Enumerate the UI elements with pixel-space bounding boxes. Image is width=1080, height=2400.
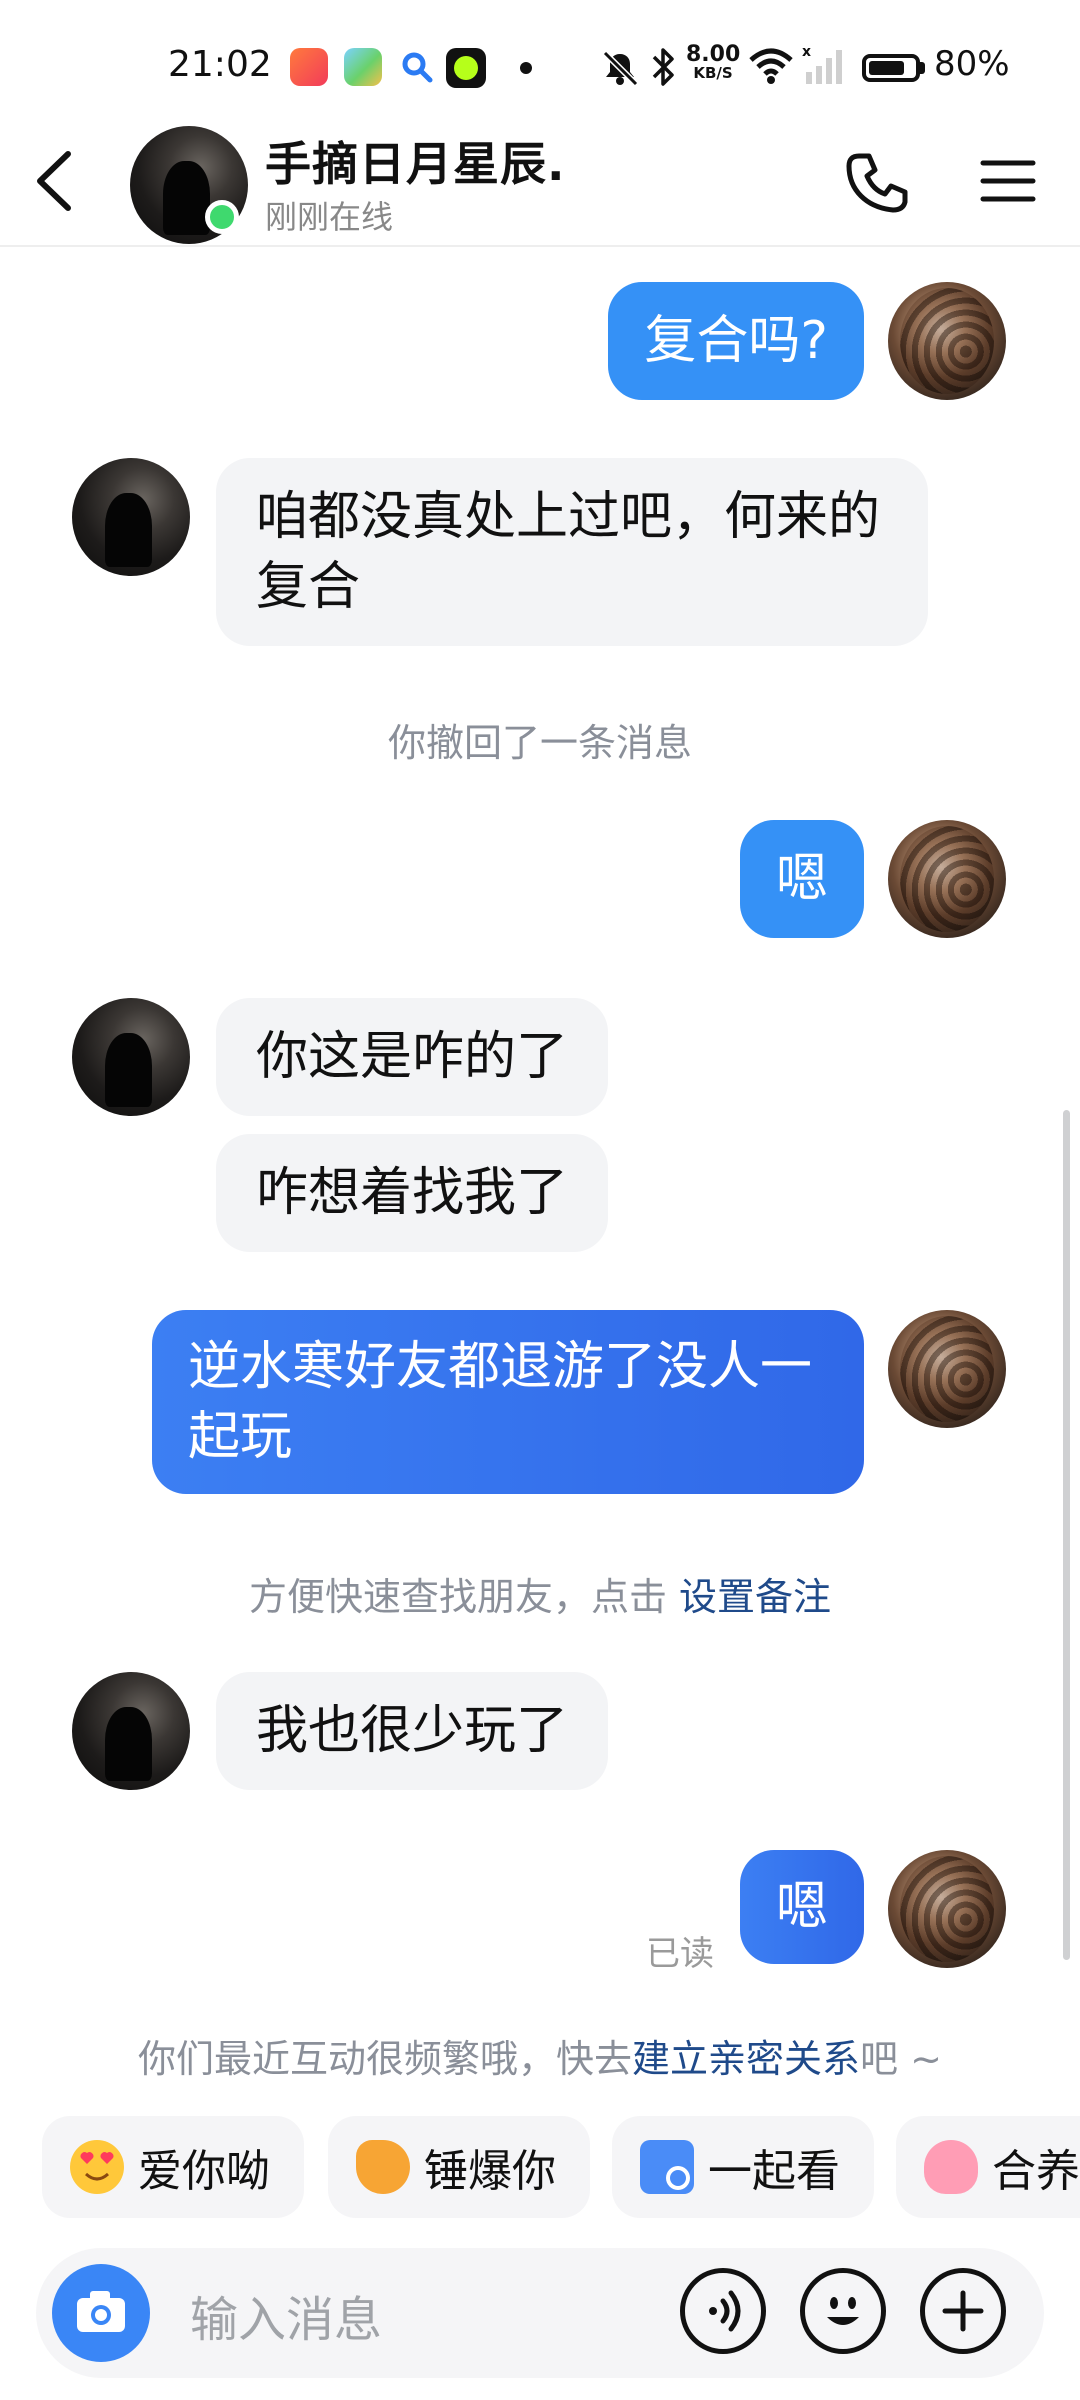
wifi-icon xyxy=(748,46,794,86)
chip-label: 一起看 xyxy=(708,2146,840,2197)
game-app-icon xyxy=(344,48,382,86)
heart-eyes-emoji-icon xyxy=(70,2140,124,2194)
my-avatar[interactable] xyxy=(888,282,1006,400)
camera-icon xyxy=(77,2291,125,2332)
hammer-emoji-icon xyxy=(356,2140,410,2194)
camera-app-icon xyxy=(446,48,486,88)
message-bubble[interactable]: 我也很少玩了 xyxy=(216,1672,609,1790)
smiley-icon xyxy=(827,2297,859,2325)
chip-hammer[interactable]: 锤爆你 xyxy=(328,2116,590,2218)
plus-icon xyxy=(942,2290,984,2332)
battery-level xyxy=(869,61,905,75)
read-receipt: 已读 xyxy=(646,1934,714,1974)
watch-together-icon xyxy=(640,2140,694,2194)
message-input[interactable]: 输入消息 xyxy=(190,2280,382,2350)
emoji-button[interactable] xyxy=(800,2268,886,2354)
voice-button[interactable] xyxy=(680,2268,766,2354)
chip-love-you[interactable]: 爱你呦 xyxy=(42,2116,304,2218)
back-icon[interactable] xyxy=(30,150,80,212)
contact-status: 刚刚在线 xyxy=(265,198,394,236)
more-button[interactable] xyxy=(920,2268,1006,2354)
chip-pet[interactable]: 合养 xyxy=(896,2116,1080,2218)
message-bubble[interactable]: 你这是咋的了 xyxy=(216,998,609,1116)
menu-icon[interactable] xyxy=(980,158,1036,204)
system-message: 方便快速查找朋友，点击 设置备注 xyxy=(0,1566,1080,1621)
message-bubble[interactable]: 逆水寒好友都退游了没人一起玩 xyxy=(152,1310,864,1494)
message-bubble[interactable]: 咱都没真处上过吧，何来的复合 xyxy=(216,458,928,646)
voice-icon xyxy=(709,2290,741,2332)
net-speed: 8.00 KB/S xyxy=(686,42,741,82)
video-app-icon xyxy=(290,48,328,86)
phone-icon[interactable] xyxy=(845,150,909,214)
message-bubble[interactable]: 嗯 xyxy=(739,1850,864,1964)
suggestion-suffix: 吧 ~ xyxy=(860,2037,942,2081)
battery-tip xyxy=(920,62,925,74)
build-relationship-link[interactable]: 建立亲密关系 xyxy=(632,2037,860,2081)
bluetooth-icon xyxy=(648,46,678,88)
system-message: 你撤回了一条消息 xyxy=(387,721,692,765)
camera-button[interactable] xyxy=(52,2264,150,2362)
my-avatar[interactable] xyxy=(888,1310,1006,1428)
suggestion-prefix: 你们最近互动很频繁哦，快去 xyxy=(138,2037,633,2081)
mute-icon xyxy=(600,48,640,88)
message-bubble[interactable]: 咋想着找我了 xyxy=(216,1134,609,1252)
contact-name[interactable]: 手摘日月星辰. xyxy=(265,128,565,194)
pet-emoji-icon xyxy=(924,2140,978,2194)
status-time: 21:02 xyxy=(168,44,272,85)
intimacy-suggestion: 你们最近互动很频繁哦，快去建立亲密关系吧 ~ xyxy=(0,2028,1080,2083)
set-remark-link[interactable]: 设置备注 xyxy=(679,1575,831,1619)
header-divider xyxy=(0,245,1080,247)
my-avatar[interactable] xyxy=(888,820,1006,938)
svg-text:x: x xyxy=(802,44,811,60)
chip-label: 锤爆你 xyxy=(424,2146,556,2197)
chip-watch-together[interactable]: 一起看 xyxy=(612,2116,874,2218)
system-message-text: 方便快速查找朋友，点击 xyxy=(248,1575,680,1619)
chip-label: 合养 xyxy=(992,2146,1080,2197)
battery-percent: 80% xyxy=(934,44,1010,84)
message-bubble[interactable]: 复合吗? xyxy=(608,282,864,400)
scrollbar[interactable] xyxy=(1063,1110,1070,1960)
contact-avatar[interactable] xyxy=(72,998,190,1116)
dot-icon xyxy=(520,62,532,74)
contact-avatar[interactable] xyxy=(72,1672,190,1790)
input-bar xyxy=(36,2248,1044,2378)
contact-avatar[interactable] xyxy=(72,458,190,576)
search-app-icon xyxy=(398,48,436,86)
online-indicator xyxy=(205,200,239,234)
battery-icon xyxy=(862,54,920,82)
message-bubble[interactable]: 嗯 xyxy=(739,820,864,938)
chip-label: 爱你呦 xyxy=(138,2146,270,2197)
signal-icon: x xyxy=(800,44,846,86)
my-avatar[interactable] xyxy=(888,1850,1006,1968)
